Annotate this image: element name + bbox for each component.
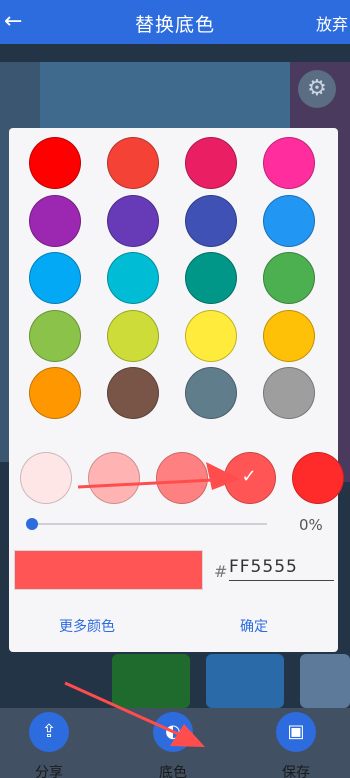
color-swatch[interactable] (185, 252, 237, 304)
background-thumbnail[interactable] (206, 654, 284, 708)
opacity-slider-track[interactable] (31, 523, 267, 525)
shade-swatch[interactable] (20, 452, 72, 504)
share-label: 分享 (35, 765, 63, 778)
color-swatch[interactable] (107, 252, 159, 304)
save-icon: ▣ (276, 712, 316, 752)
shade-swatch[interactable]: ✓ (224, 452, 276, 504)
share-button[interactable]: ⇪ 分享 (19, 712, 79, 778)
shade-swatch[interactable] (88, 452, 140, 504)
shade-swatch[interactable] (156, 452, 208, 504)
color-swatch[interactable] (107, 367, 159, 419)
hash-symbol: # (214, 562, 228, 581)
color-swatch[interactable] (185, 367, 237, 419)
more-colors-button[interactable]: 更多颜色 (59, 616, 115, 636)
opacity-slider-thumb[interactable] (26, 518, 38, 530)
bottom-toolbar: ⇪ 分享 ◐ 底色 ▣ 保存 (0, 708, 350, 778)
color-swatch[interactable] (263, 137, 315, 189)
page-title: 替换底色 (134, 14, 215, 36)
color-swatch[interactable] (29, 194, 81, 247)
color-preview (14, 550, 203, 590)
color-swatch[interactable] (29, 309, 81, 362)
save-button[interactable]: ▣ 保存 (266, 712, 326, 778)
color-swatch[interactable] (263, 367, 315, 419)
color-swatch[interactable] (29, 137, 81, 189)
color-swatch[interactable] (185, 309, 237, 362)
discard-button[interactable]: 放弃 (316, 11, 348, 35)
shade-swatch[interactable] (292, 452, 344, 504)
app-bar: ← 替换底色 放弃 (0, 0, 350, 44)
color-swatch[interactable] (185, 194, 237, 247)
background-color-button[interactable]: ◐ 底色 (143, 712, 203, 778)
color-swatch[interactable] (107, 309, 159, 362)
color-swatch[interactable] (263, 252, 315, 304)
color-swatch[interactable] (263, 194, 315, 247)
confirm-button[interactable]: 确定 (240, 616, 268, 636)
color-swatch[interactable] (185, 137, 237, 189)
photo-sky (40, 62, 290, 132)
save-label: 保存 (282, 765, 310, 778)
background-color-label: 底色 (159, 765, 187, 778)
palette-icon: ◐ (153, 712, 193, 752)
background-thumbnail[interactable] (112, 654, 190, 708)
color-picker-dialog: ✓ 0% # 更多颜色 确定 (9, 128, 344, 652)
color-swatch[interactable] (29, 367, 81, 419)
opacity-value: 0% (299, 516, 323, 534)
background-thumbnail[interactable] (300, 654, 350, 708)
color-swatch[interactable] (107, 194, 159, 247)
hex-color-input[interactable] (229, 553, 334, 581)
color-swatch[interactable] (107, 137, 159, 189)
color-swatch[interactable] (263, 309, 315, 362)
color-swatch[interactable] (29, 252, 81, 304)
share-icon: ⇪ (29, 712, 69, 752)
check-icon: ✓ (241, 466, 257, 487)
gear-icon[interactable]: ⚙ (298, 70, 336, 108)
